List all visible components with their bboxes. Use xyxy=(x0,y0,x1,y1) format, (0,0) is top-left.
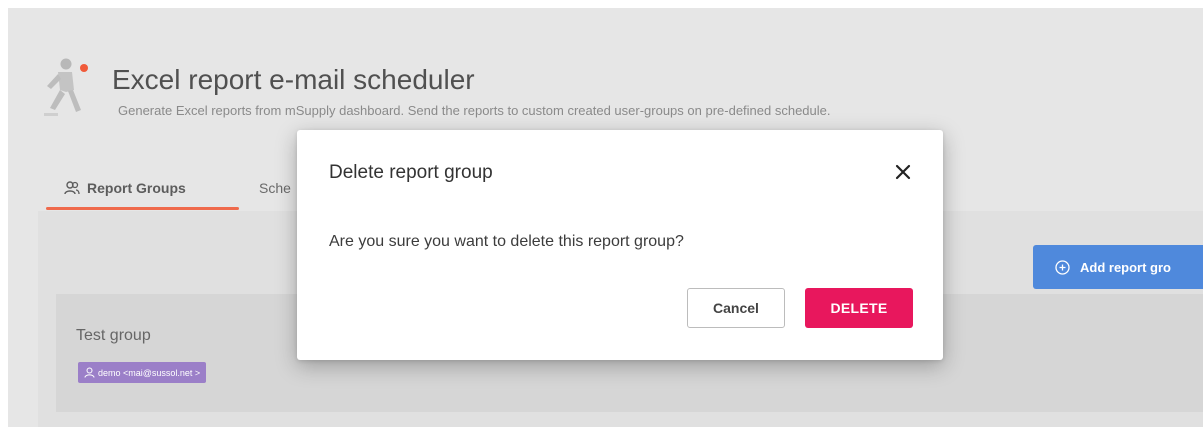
add-circle-icon xyxy=(1055,259,1070,275)
tab-report-groups[interactable]: Report Groups xyxy=(44,168,239,210)
user-icon xyxy=(84,367,95,378)
dialog-title: Delete report group xyxy=(329,162,493,183)
tab-label: Sche xyxy=(259,180,291,196)
add-button-label: Add report gro xyxy=(1080,259,1171,275)
dialog-message: Are you sure you want to delete this rep… xyxy=(329,233,684,250)
member-chip[interactable]: demo <mai@sussol.net > xyxy=(78,362,207,383)
tab-label: Report Groups xyxy=(87,180,186,196)
page-subtitle: Generate Excel reports from mSupply dash… xyxy=(118,103,831,118)
member-label: demo <mai@sussol.net > xyxy=(98,367,201,378)
add-report-group-button[interactable]: Add report gro xyxy=(1033,245,1203,289)
tab-schedules[interactable]: Sche xyxy=(259,168,291,208)
users-icon xyxy=(64,181,80,195)
delete-button[interactable]: DELETE xyxy=(805,288,913,328)
group-name: Test group xyxy=(76,327,151,344)
close-icon[interactable] xyxy=(891,160,915,184)
page-title: Excel report e-mail scheduler xyxy=(112,64,475,95)
cancel-button[interactable]: Cancel xyxy=(687,288,785,328)
running-figure-icon xyxy=(44,58,88,116)
delete-dialog: Delete report group Are you sure you wan… xyxy=(297,130,943,360)
